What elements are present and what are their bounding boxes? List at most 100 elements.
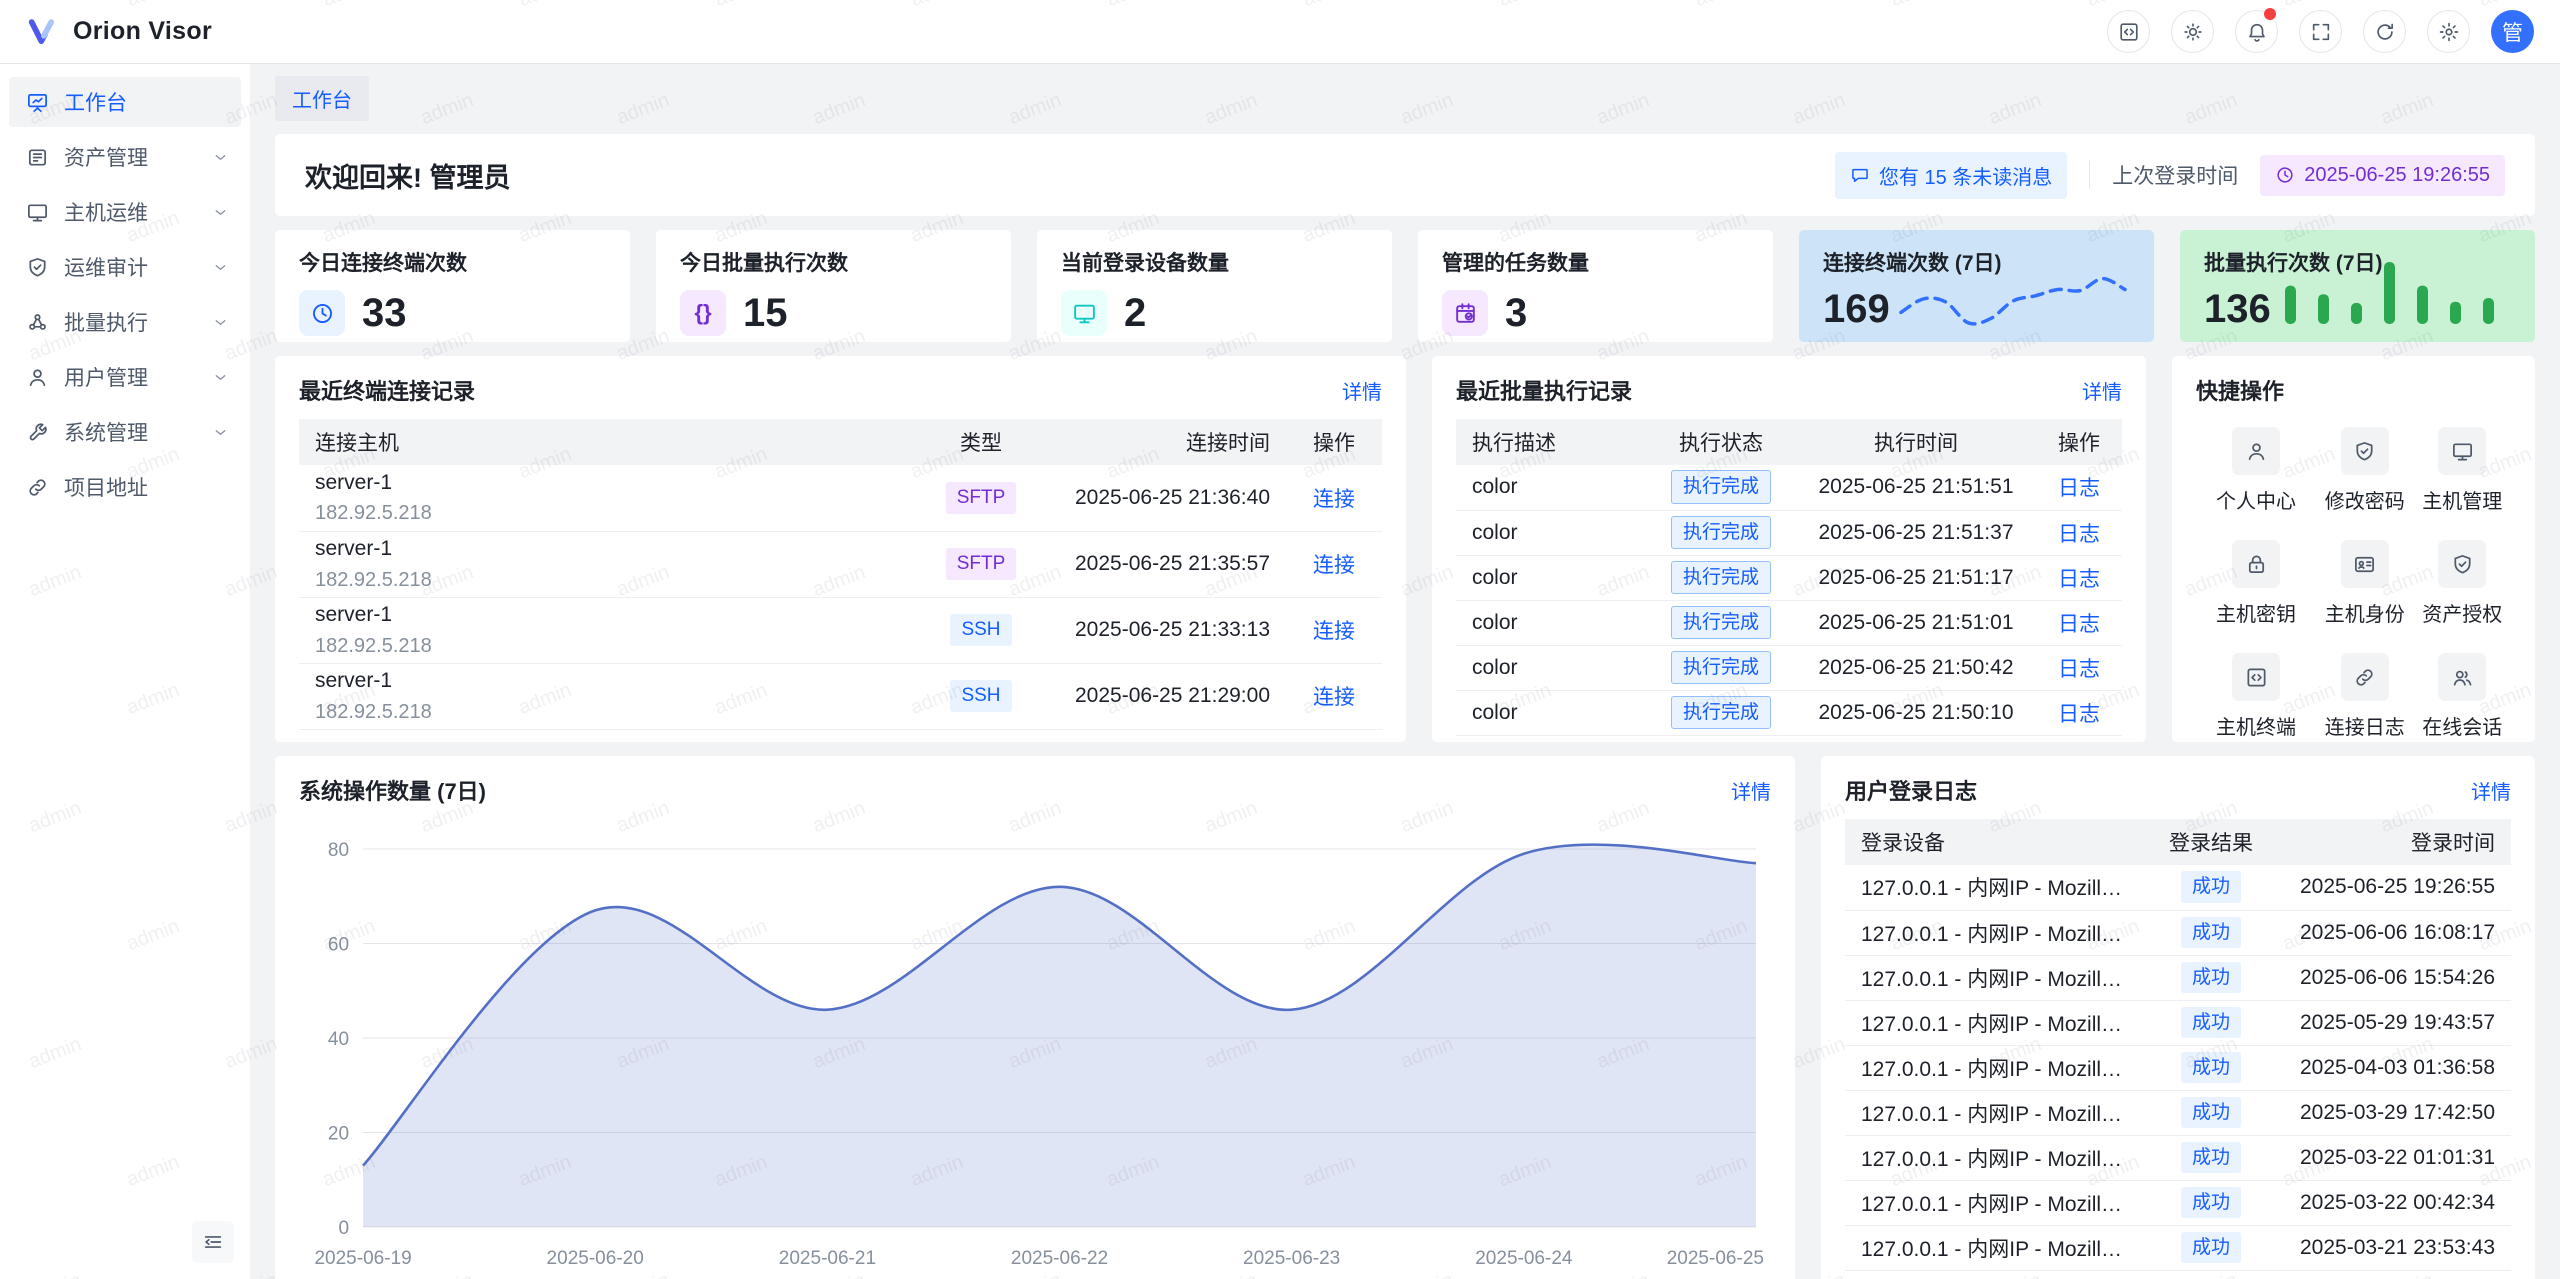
system-operations-area-chart: 0204060802025-06-192025-06-202025-06-212… xyxy=(299,819,1771,1274)
quick-action-user[interactable]: 个人中心 xyxy=(2196,427,2316,514)
chevron-down-icon xyxy=(212,204,229,221)
system-operations-detail-link[interactable]: 详情 xyxy=(1731,776,1771,805)
quick-action-idcard[interactable]: 主机身份 xyxy=(2316,540,2414,627)
column-header: 登录设备 xyxy=(1845,819,2146,865)
notification-icon xyxy=(2246,21,2268,43)
stat-card-2: 当前登录设备数量2 xyxy=(1037,230,1392,342)
sidebar-item-user[interactable]: 用户管理 xyxy=(9,352,241,402)
column-header: 登录结果 xyxy=(2146,819,2276,865)
top-bar: Orion Visor 管 xyxy=(0,0,2560,64)
quick-action-link[interactable]: 连接日志 xyxy=(2316,653,2414,740)
login-time: 2025-04-03 01:36:58 xyxy=(2276,1045,2511,1090)
log-link[interactable]: 日志 xyxy=(2058,658,2100,681)
link-icon xyxy=(26,476,49,499)
connection-time: 2025-06-25 21:33:13 xyxy=(1036,597,1286,663)
sidebar-item-workbench[interactable]: 工作台 xyxy=(9,77,241,127)
connect-link[interactable]: 连接 xyxy=(1313,554,1355,577)
login-result-tag: 成功 xyxy=(2181,1142,2241,1174)
login-logs-detail-link[interactable]: 详情 xyxy=(2471,776,2511,805)
exec-status-tag: 执行完成 xyxy=(1671,516,1771,550)
user-icon xyxy=(2245,440,2268,463)
exec-description: color xyxy=(1456,645,1646,690)
batch-records-panel: 最近批量执行记录 详情 执行描述执行状态执行时间操作 color执行完成2025… xyxy=(1432,356,2146,742)
log-link[interactable]: 日志 xyxy=(2058,613,2100,636)
quick-action-lock[interactable]: 主机密钥 xyxy=(2196,540,2316,627)
login-logs-panel: 用户登录日志 详情 登录设备登录结果登录时间 127.0.0.1 - 内网IP … xyxy=(1821,756,2535,1279)
code-icon xyxy=(2245,666,2268,689)
login-log-row: 127.0.0.1 - 内网IP - Mozilla/5.0 (Windows … xyxy=(1845,955,2511,1000)
svg-text:2025-06-19: 2025-06-19 xyxy=(314,1248,411,1269)
sidebar-item-monitor[interactable]: 主机运维 xyxy=(9,187,241,237)
login-device: 127.0.0.1 - 内网IP - Mozilla/5.0 (Windows … xyxy=(1845,955,2146,1000)
idcard-icon xyxy=(2353,553,2376,576)
login-log-row: 127.0.0.1 - 内网IP - Mozilla/5.0 (Windows … xyxy=(1845,1225,2511,1270)
sidebar: 工作台资产管理主机运维运维审计批量执行用户管理系统管理项目地址 xyxy=(0,64,250,1279)
batch-record-row: color执行完成2025-06-25 21:50:10日志 xyxy=(1456,690,2122,735)
last-login-label: 上次登录时间 xyxy=(2112,160,2238,190)
connect-link[interactable]: 连接 xyxy=(1313,686,1355,709)
exec-time: 2025-06-25 21:51:01 xyxy=(1796,600,2036,645)
refresh-button[interactable] xyxy=(2363,10,2406,53)
quick-action-code[interactable]: 主机终端 xyxy=(2196,653,2316,740)
log-link[interactable]: 日志 xyxy=(2058,568,2100,591)
theme-button[interactable] xyxy=(2171,10,2214,53)
notification-button[interactable] xyxy=(2235,10,2278,53)
exec-status-tag: 执行完成 xyxy=(1671,470,1771,504)
fullscreen-button[interactable] xyxy=(2299,10,2342,53)
quick-action-users[interactable]: 在线会话 xyxy=(2414,653,2512,740)
sidebar-collapse-button[interactable] xyxy=(192,1221,234,1263)
code-icon xyxy=(2118,21,2140,43)
terminal-record-row: server-1182.92.5.218SFTP2025-06-25 21:36… xyxy=(299,465,1382,531)
sidebar-item-link[interactable]: 项目地址 xyxy=(9,462,241,512)
connect-link[interactable]: 连接 xyxy=(1313,488,1355,511)
settings-button[interactable] xyxy=(2427,10,2470,53)
terminal-records-title: 最近终端连接记录 xyxy=(299,374,475,406)
login-time: 2025-03-22 00:42:34 xyxy=(2276,1180,2511,1225)
sidebar-item-nodes[interactable]: 批量执行 xyxy=(9,297,241,347)
quick-action-shield[interactable]: 修改密码 xyxy=(2316,427,2414,514)
login-device: 127.0.0.1 - 内网IP - Mozilla/5.0 (Windows … xyxy=(1845,910,2146,955)
svg-text:2025-06-22: 2025-06-22 xyxy=(1011,1248,1108,1269)
main-content: 工作台 欢迎回来! 管理员 您有 15 条未读消息 上次登录时间 2025-06… xyxy=(250,64,2560,1279)
login-result-tag: 成功 xyxy=(2181,1007,2241,1039)
unread-messages-pill[interactable]: 您有 15 条未读消息 xyxy=(1835,152,2067,199)
exec-status-tag: 执行完成 xyxy=(1671,651,1771,685)
login-device: 127.0.0.1 - 内网IP - Mozilla/5.0 (Windows … xyxy=(1845,1000,2146,1045)
code-button[interactable] xyxy=(2107,10,2150,53)
svg-text:0: 0 xyxy=(338,1218,349,1239)
welcome-meta: 您有 15 条未读消息 上次登录时间 2025-06-25 19:26:55 xyxy=(1835,152,2505,199)
log-link[interactable]: 日志 xyxy=(2058,523,2100,546)
sidebar-item-assets[interactable]: 资产管理 xyxy=(9,132,241,182)
login-logs-title: 用户登录日志 xyxy=(1845,774,1977,806)
quick-action-label: 主机终端 xyxy=(2216,711,2296,740)
quick-action-shield[interactable]: 资产授权 xyxy=(2414,540,2512,627)
quick-action-monitor[interactable]: 主机管理 xyxy=(2414,427,2512,514)
breadcrumb-item-workbench[interactable]: 工作台 xyxy=(275,76,369,121)
sidebar-item-shield[interactable]: 运维审计 xyxy=(9,242,241,292)
batch-records-detail-link[interactable]: 详情 xyxy=(2082,376,2122,405)
log-link[interactable]: 日志 xyxy=(2058,477,2100,500)
user-avatar[interactable]: 管 xyxy=(2491,10,2534,53)
login-time: 2025-03-29 17:42:50 xyxy=(2276,1090,2511,1135)
exec-description: color xyxy=(1456,510,1646,555)
stat-value: 15 xyxy=(743,291,788,336)
sidebar-item-label: 工作台 xyxy=(64,87,229,117)
nodes-icon xyxy=(26,311,49,334)
connection-time: 2025-06-25 21:35:57 xyxy=(1036,531,1286,597)
login-result-tag: 成功 xyxy=(2181,962,2241,994)
task-icon xyxy=(1453,301,1478,326)
column-header: 连接时间 xyxy=(1036,419,1286,465)
sidebar-item-wrench[interactable]: 系统管理 xyxy=(9,407,241,457)
column-header: 操作 xyxy=(1286,419,1382,465)
quick-action-label: 个人中心 xyxy=(2216,485,2296,514)
breadcrumb: 工作台 xyxy=(275,76,2535,121)
host-ip: 182.92.5.218 xyxy=(315,500,910,526)
terminal-record-row: server-1182.92.5.218SSH2025-06-25 21:29:… xyxy=(299,663,1382,729)
connect-link[interactable]: 连接 xyxy=(1313,620,1355,643)
log-link[interactable]: 日志 xyxy=(2058,703,2100,726)
chevron-down-icon xyxy=(212,369,229,386)
login-log-row: 127.0.0.1 - 内网IP - Mozilla/5.0 (Windows … xyxy=(1845,1180,2511,1225)
connection-type-tag: SSH xyxy=(950,614,1011,646)
terminal-records-detail-link[interactable]: 详情 xyxy=(1342,376,1382,405)
chevron-down-icon xyxy=(212,149,229,166)
